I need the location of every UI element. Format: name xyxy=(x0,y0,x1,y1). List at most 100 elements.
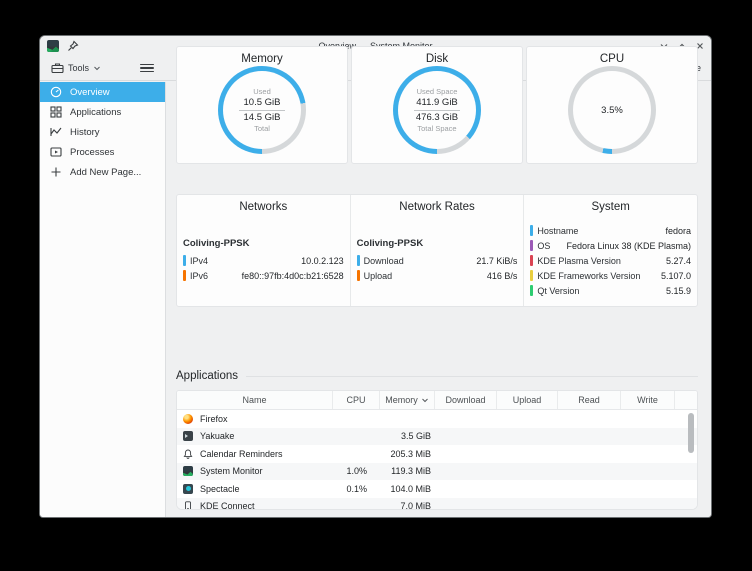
app-name: Firefox xyxy=(200,414,228,424)
gauge-divider xyxy=(239,110,285,111)
legend-bar xyxy=(530,240,533,251)
network-group-name: Coliving-PPSK xyxy=(357,238,518,249)
column-header-read[interactable]: Read xyxy=(558,391,621,409)
download-label: Download xyxy=(364,256,404,266)
plasma-version-label: KDE Plasma Version xyxy=(537,256,621,266)
table-row-kde-connect[interactable]: KDE Connect 7.0 MiB xyxy=(177,498,697,511)
bell-icon xyxy=(183,449,193,459)
ipv4-value: 10.0.2.123 xyxy=(301,256,344,266)
download-value: 21.7 KiB/s xyxy=(476,256,517,266)
network-rates-column: Network Rates Coliving-PPSK Download 21.… xyxy=(350,195,524,306)
sidebar-item-label: Add New Page... xyxy=(70,167,141,178)
ipv6-row: IPv6 fe80::97fb:4d0c:b21:6528 xyxy=(183,268,344,283)
qt-version-value: 5.15.9 xyxy=(666,286,691,296)
column-header-name[interactable]: Name xyxy=(177,391,333,409)
legend-bar xyxy=(183,270,186,281)
memory-used-label: Used xyxy=(253,87,271,97)
column-header-spacer xyxy=(675,391,687,409)
memory-total-label: Total xyxy=(254,124,270,134)
legend-bar xyxy=(183,255,186,266)
table-row-spectacle[interactable]: Spectacle 0.1% 104.0 MiB xyxy=(177,480,697,498)
networks-column: Networks Coliving-PPSK IPv4 10.0.2.123 I… xyxy=(177,195,350,306)
legend-bar xyxy=(357,270,360,281)
column-header-cpu[interactable]: CPU xyxy=(333,391,380,409)
sort-descending-icon xyxy=(421,396,429,404)
qt-version-label: Qt Version xyxy=(537,286,579,296)
applications-section-header: Applications xyxy=(176,370,698,382)
frameworks-version-label: KDE Frameworks Version xyxy=(537,271,640,281)
desktop-background: Overview — System Monitor Tools xyxy=(0,0,752,571)
cpu-gauge: 3.5% xyxy=(568,66,656,154)
disk-used-value: 411.9 GiB xyxy=(416,97,458,109)
sidebar-item-label: Processes xyxy=(70,147,114,158)
os-value: Fedora Linux 38 (KDE Plasma) xyxy=(566,241,691,251)
sidebar-item-applications[interactable]: Applications xyxy=(40,102,165,122)
memory-card: Memory Used 10.5 GiB 14.5 GiB Total xyxy=(176,46,348,164)
disk-used-label: Used Space xyxy=(417,87,458,97)
grid-icon xyxy=(50,106,62,118)
table-row-calendar-reminders[interactable]: Calendar Reminders 205.3 MiB xyxy=(177,445,697,463)
sidebar-item-history[interactable]: History xyxy=(40,122,165,142)
upload-label: Upload xyxy=(364,271,393,281)
disk-gauge: Used Space 411.9 GiB 476.3 GiB Total Spa… xyxy=(393,66,481,154)
ipv6-label: IPv6 xyxy=(190,271,208,281)
hostname-label: Hostname xyxy=(537,226,578,236)
table-row-firefox[interactable]: Firefox xyxy=(177,410,697,428)
table-row-yakuake[interactable]: Yakuake 3.5 GiB xyxy=(177,428,697,446)
disk-card-title: Disk xyxy=(352,53,522,65)
hostname-row: Hostname fedora xyxy=(530,223,691,238)
disk-total-value: 476.3 GiB xyxy=(416,112,458,124)
memory-used-value: 10.5 GiB xyxy=(244,97,281,109)
os-row: OS Fedora Linux 38 (KDE Plasma) xyxy=(530,238,691,253)
ipv4-label: IPv4 xyxy=(190,256,208,266)
sidebar-item-add-new-page[interactable]: Add New Page... xyxy=(40,162,165,182)
legend-bar xyxy=(357,255,360,266)
table-row-system-monitor[interactable]: System Monitor 1.0% 119.3 MiB xyxy=(177,463,697,481)
sidebar-item-processes[interactable]: Processes xyxy=(40,142,165,162)
gauge-cards-row: Memory Used 10.5 GiB 14.5 GiB Total Disk… xyxy=(176,46,698,164)
speedometer-icon xyxy=(50,86,62,98)
ipv4-row: IPv4 10.0.2.123 xyxy=(183,253,344,268)
yakuake-icon xyxy=(183,431,193,441)
legend-bar xyxy=(530,285,533,296)
disk-card: Disk Used Space 411.9 GiB 476.3 GiB Tota… xyxy=(351,46,523,164)
hamburger-menu-button[interactable] xyxy=(140,61,154,75)
tools-menu-button[interactable]: Tools xyxy=(48,59,104,77)
network-rates-title: Network Rates xyxy=(357,201,518,213)
system-monitor-window: Overview — System Monitor Tools xyxy=(40,36,711,517)
column-header-download[interactable]: Download xyxy=(435,391,497,409)
os-label: OS xyxy=(537,241,550,251)
section-title: Applications xyxy=(176,370,238,382)
sidebar: Overview Applications History Processes … xyxy=(40,82,166,517)
process-window-icon xyxy=(50,146,62,158)
plasma-version-value: 5.27.4 xyxy=(666,256,691,266)
memory-card-title: Memory xyxy=(177,53,347,65)
chevron-down-icon xyxy=(93,64,101,72)
sidebar-item-label: Applications xyxy=(70,107,121,118)
ipv6-value: fe80::97fb:4d0c:b21:6528 xyxy=(242,271,344,281)
memory-total-value: 14.5 GiB xyxy=(244,112,281,124)
app-name: Spectacle xyxy=(200,484,240,494)
system-monitor-icon xyxy=(183,466,193,476)
toolbox-icon xyxy=(51,62,64,74)
app-name: KDE Connect xyxy=(200,501,255,510)
qt-version-row: Qt Version 5.15.9 xyxy=(530,283,691,298)
plus-icon xyxy=(50,166,62,178)
table-scrollbar-thumb[interactable] xyxy=(688,413,694,453)
plasma-version-row: KDE Plasma Version 5.27.4 xyxy=(530,253,691,268)
column-header-upload[interactable]: Upload xyxy=(497,391,558,409)
legend-bar xyxy=(530,225,533,236)
upload-row: Upload 416 B/s xyxy=(357,268,518,283)
network-group-name: Coliving-PPSK xyxy=(183,238,344,249)
download-row: Download 21.7 KiB/s xyxy=(357,253,518,268)
sidebar-item-overview[interactable]: Overview xyxy=(40,82,165,102)
memory-header-label: Memory xyxy=(385,395,418,405)
cpu-usage-value: 3.5% xyxy=(601,105,623,116)
firefox-icon xyxy=(183,414,193,424)
gauge-divider xyxy=(414,110,460,111)
spectacle-icon xyxy=(183,484,193,494)
column-header-memory[interactable]: Memory xyxy=(380,391,435,409)
system-title: System xyxy=(530,201,691,213)
legend-bar xyxy=(530,270,533,281)
column-header-write[interactable]: Write xyxy=(621,391,675,409)
